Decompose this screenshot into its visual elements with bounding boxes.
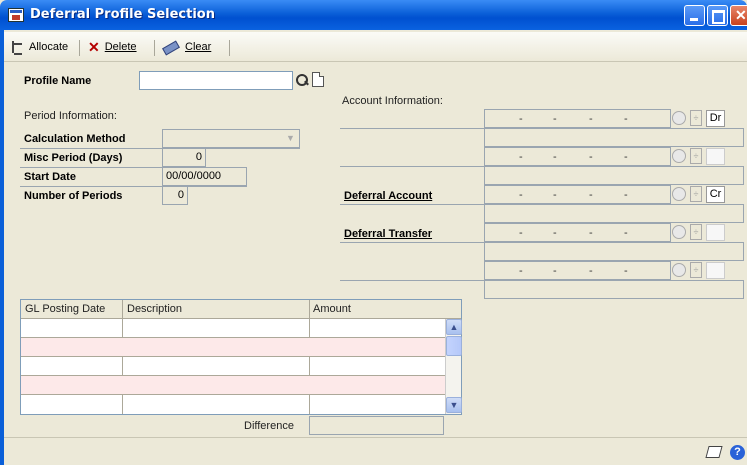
maximize-button[interactable] xyxy=(707,5,728,26)
scroll-thumb[interactable] xyxy=(446,336,462,356)
new-document-icon[interactable] xyxy=(312,72,324,87)
account-lookup-icon[interactable] xyxy=(672,225,686,239)
account-spin-icon[interactable]: ÷ xyxy=(690,186,702,202)
account-spin-icon[interactable]: ÷ xyxy=(690,224,702,240)
deferral-account-field[interactable]: - - - - xyxy=(484,185,671,204)
note-icon[interactable] xyxy=(705,446,723,458)
table-row[interactable] xyxy=(21,338,445,357)
start-date-field[interactable]: 00/00/0000 xyxy=(162,167,247,186)
grid-header: GL Posting Date Description Amount xyxy=(21,300,461,319)
account-description-field xyxy=(484,166,744,185)
chevron-down-icon[interactable]: ▼ xyxy=(283,131,298,146)
account-field[interactable]: - - - - xyxy=(484,109,671,128)
account-lookup-icon[interactable] xyxy=(672,111,686,125)
distribution-grid: GL Posting Date Description Amount ▲ ▼ xyxy=(20,299,462,415)
row-divider xyxy=(340,128,484,129)
toolbar-divider xyxy=(154,40,155,56)
credit-button[interactable]: Cr xyxy=(706,186,725,203)
misc-period-field[interactable]: 0 xyxy=(162,148,206,167)
column-header[interactable]: Amount xyxy=(313,303,351,315)
clear-icon xyxy=(162,40,180,54)
account-spin-icon[interactable]: ÷ xyxy=(690,148,702,164)
row-divider xyxy=(340,204,484,205)
grid-scrollbar[interactable]: ▲ ▼ xyxy=(445,319,462,414)
deferral-account-link[interactable]: Deferral Account xyxy=(344,190,432,202)
allocate-label: Allocate xyxy=(29,41,69,53)
difference-label: Difference xyxy=(244,420,294,432)
account-description-field xyxy=(484,128,744,147)
scroll-down-icon[interactable]: ▼ xyxy=(446,397,462,413)
allocate-button[interactable]: Allocate xyxy=(10,40,69,55)
account-field[interactable]: - - - - xyxy=(484,147,671,166)
dr-cr-button[interactable] xyxy=(706,262,725,279)
clear-button[interactable]: Clear xyxy=(162,40,211,54)
toolbar-divider xyxy=(229,40,230,56)
row-divider xyxy=(20,148,300,149)
table-row[interactable] xyxy=(21,357,445,376)
column-header[interactable]: GL Posting Date xyxy=(25,303,105,315)
close-button[interactable] xyxy=(730,5,747,26)
search-icon[interactable] xyxy=(294,72,310,89)
row-divider xyxy=(20,186,247,187)
allocate-icon xyxy=(10,40,24,55)
scroll-up-icon[interactable]: ▲ xyxy=(446,319,462,335)
account-description-field xyxy=(484,280,744,299)
title-bar: Deferral Profile Selection xyxy=(0,0,747,30)
profile-name-label: Profile Name xyxy=(24,75,92,87)
calc-method-select[interactable] xyxy=(162,129,300,148)
delete-button[interactable]: ✕ Delete xyxy=(88,40,137,54)
table-row[interactable] xyxy=(21,319,445,338)
main-content: Profile Name Period Information: Calcula… xyxy=(4,62,747,437)
account-spin-icon[interactable]: ÷ xyxy=(690,262,702,278)
app-icon xyxy=(8,8,24,22)
row-divider xyxy=(340,280,484,281)
table-row[interactable] xyxy=(21,376,445,395)
account-description-field xyxy=(484,204,744,223)
toolbar-divider xyxy=(79,40,80,56)
account-lookup-icon[interactable] xyxy=(672,187,686,201)
account-lookup-icon[interactable] xyxy=(672,263,686,277)
table-row[interactable] xyxy=(21,395,445,414)
num-periods-label: Number of Periods xyxy=(24,190,123,202)
deferral-transfer-link[interactable]: Deferral Transfer xyxy=(344,228,432,240)
window-title: Deferral Profile Selection xyxy=(30,7,215,22)
misc-period-label: Misc Period (Days) xyxy=(24,152,123,164)
calc-method-label: Calculation Method xyxy=(24,133,126,145)
delete-icon: ✕ xyxy=(88,39,100,55)
account-info-label: Account Information: xyxy=(342,95,443,107)
toolbar: Allocate ✕ Delete Clear xyxy=(4,32,747,62)
dr-cr-button[interactable] xyxy=(706,148,725,165)
difference-field xyxy=(309,416,444,435)
delete-label: Delete xyxy=(104,41,137,53)
num-periods-field[interactable]: 0 xyxy=(162,186,188,205)
column-header[interactable]: Description xyxy=(127,303,182,315)
account-description-field xyxy=(484,242,744,261)
start-date-label: Start Date xyxy=(24,171,76,183)
account-spin-icon[interactable]: ÷ xyxy=(690,110,702,126)
debit-button[interactable]: Dr xyxy=(706,110,725,127)
row-divider xyxy=(340,242,484,243)
account-field[interactable]: - - - - xyxy=(484,261,671,280)
status-bar: ? xyxy=(4,437,747,465)
clear-label: Clear xyxy=(185,41,212,53)
row-divider xyxy=(340,166,484,167)
profile-name-input[interactable] xyxy=(139,71,293,90)
account-lookup-icon[interactable] xyxy=(672,149,686,163)
dr-cr-button[interactable] xyxy=(706,224,725,241)
help-icon[interactable]: ? xyxy=(730,445,745,460)
deferral-transfer-field[interactable]: - - - - xyxy=(484,223,671,242)
period-info-label: Period Information: xyxy=(24,110,117,122)
minimize-button[interactable] xyxy=(684,5,705,26)
